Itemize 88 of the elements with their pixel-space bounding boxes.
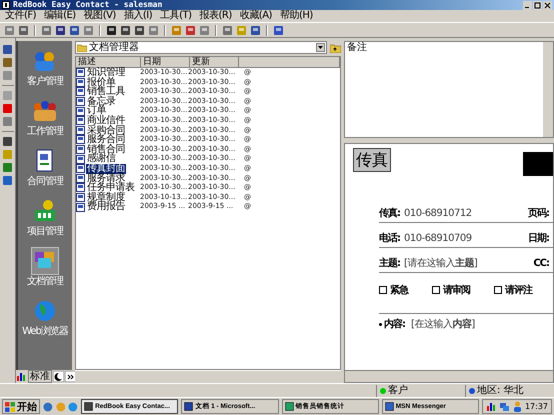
field-label: CC: [533,258,550,268]
menu-item[interactable]: 视图(V) [80,10,119,22]
file-name[interactable]: 销售合同 [76,144,140,154]
clock: 17:37 [524,402,548,411]
status-text: 地区: 华北 [476,384,524,396]
column-header[interactable]: 日期 [141,57,190,68]
money-icon [32,198,58,224]
sidebar-label: Web浏览器 [22,326,68,337]
file-name[interactable]: 费用报告 [76,202,140,212]
sidebar-item[interactable]: 客户管理 [26,47,64,88]
folders-icon [32,248,58,274]
checkbox-label: 紧急 [390,284,408,297]
field-value[interactable]: [在这输入内容] [411,317,475,331]
minimize-icon[interactable] [523,0,532,10]
file-name[interactable]: 感谢信 [76,154,140,164]
folder-icon [77,44,87,52]
file-name[interactable]: 规章制度 [76,192,140,202]
sidebar-tab[interactable]: 标准 [28,370,52,383]
field-value[interactable]: 010-68910712 [404,208,472,218]
checkbox-label: 请审阅 [443,283,470,297]
sidebar-item[interactable]: Web浏览器 [21,297,69,338]
moon-icon[interactable] [53,371,64,382]
memo-field[interactable]: 备注 [344,41,554,138]
sidebar-label: 工作管理 [27,126,63,137]
team-icon [32,98,58,124]
window-title: RedBook Easy Contact - salesman [13,0,162,10]
field-label: 页码: [528,207,550,220]
sidebar-item[interactable]: 工作管理 [26,97,64,138]
field-label: 内容: [384,317,406,331]
file-name[interactable]: 服务合同 [76,135,140,145]
menu-item[interactable]: 收藏(A) [236,10,275,22]
menu-item[interactable]: 工具(T) [157,10,195,22]
file-name[interactable]: 订单 [76,106,140,116]
chevron-icon[interactable] [65,371,76,382]
field-value[interactable]: [请在这输入主题] [404,256,478,270]
person-icon[interactable] [512,401,523,412]
path-dropdown[interactable]: 文档管理器 [75,41,327,54]
field-label: 传真: [379,206,401,220]
chart-icon[interactable] [16,371,27,382]
folder-up-icon[interactable] [330,42,341,52]
sidebar-label: 客户管理 [27,76,63,87]
maximize-icon[interactable] [533,0,542,10]
menu-item[interactable]: 报表(R) [196,10,235,22]
sidebar-item[interactable]: 合同管理 [26,147,64,188]
window-icon [284,402,294,411]
window-icon [384,402,394,411]
file-name[interactable]: 知识管理 [76,68,140,78]
logo-placeholder [523,152,553,176]
status-text: 客户 [388,384,408,396]
windows-logo-icon [5,402,15,412]
field-value[interactable]: 010-68910709 [404,232,472,244]
menu-item[interactable]: 编辑(E) [41,10,79,22]
horizontal-scrollbar[interactable] [345,370,553,382]
file-name[interactable]: 报价单 [76,78,140,88]
file-name[interactable]: 备忘录 [76,96,140,106]
sidebar-label: 文档管理 [27,276,63,287]
file-name[interactable]: 任务申请表 [76,183,140,193]
file-name[interactable]: 采购合同 [76,126,140,136]
memo-label: 备注 [346,42,367,53]
menu-item[interactable]: 帮助(H) [276,10,316,22]
dropdown-arrow-icon[interactable] [316,43,325,52]
sidebar-label: 合同管理 [27,176,63,187]
sidebar-item[interactable]: 项目管理 [26,197,64,238]
checkbox[interactable] [379,286,387,294]
app-icon [2,1,10,9]
menu-item[interactable]: 文件(F) [2,10,40,22]
window-icon[interactable] [2,44,13,55]
path-text: 文档管理器 [89,42,139,53]
file-name[interactable]: 销售工具 [76,87,140,97]
menu-item[interactable]: 插入(I) [120,10,156,22]
chart-icon[interactable] [486,401,497,412]
fax-title: 传真 [353,148,391,172]
file-name[interactable]: 商业信件 [76,116,140,126]
start-button[interactable]: 开始 [2,399,40,414]
checkbox-label: 请评注 [505,283,532,297]
window-icon [84,402,94,411]
sidebar-item[interactable]: 文档管理 [26,247,64,288]
sidebar-label: 项目管理 [27,226,63,237]
field-label: 电话: [379,232,401,245]
field-label: 主题: [379,256,401,270]
window-icon [184,402,194,411]
checkbox[interactable] [494,286,502,294]
vertical-scrollbar[interactable] [543,42,553,137]
bullet-icon [379,322,382,326]
network-icon[interactable] [498,401,510,412]
close-icon[interactable] [543,0,552,10]
checkbox[interactable] [432,286,440,294]
field-label: 日期: [528,232,550,245]
